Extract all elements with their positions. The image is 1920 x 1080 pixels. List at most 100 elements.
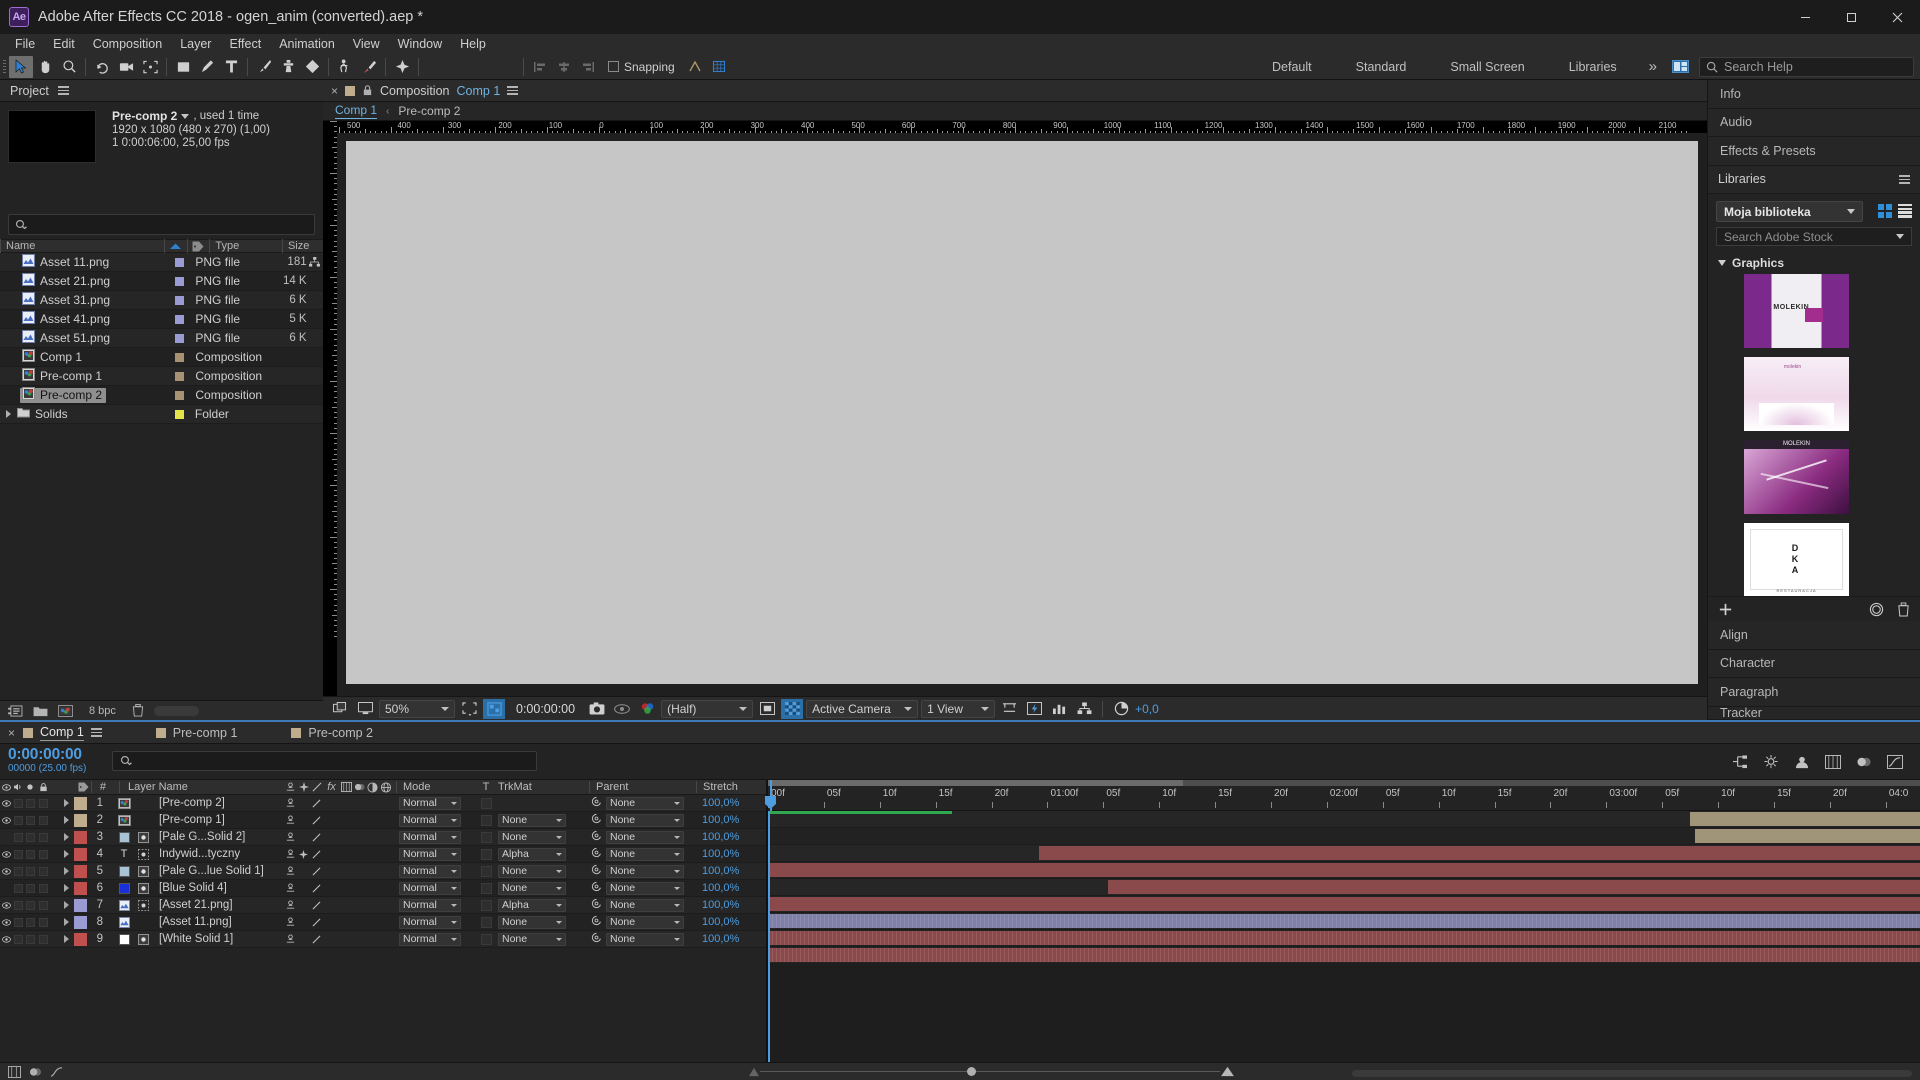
layer-stretch-cell[interactable]: 100,0% — [696, 865, 766, 877]
layer-trkmat-cell[interactable]: Alpha — [494, 898, 589, 912]
layer-3d-switch[interactable] — [379, 900, 392, 910]
layer-audio-toggle[interactable] — [12, 883, 24, 893]
layer-label-color[interactable] — [72, 864, 88, 878]
maximize-button[interactable] — [1828, 0, 1874, 34]
column-header-mode[interactable]: Mode — [396, 781, 478, 793]
layer-trkmat-dropdown[interactable]: None — [498, 830, 566, 844]
layer-video-toggle[interactable] — [0, 867, 12, 876]
layer-disclosure-triangle-icon[interactable] — [50, 901, 72, 909]
monitor-icon[interactable] — [354, 699, 376, 719]
layer-frame-blend-switch[interactable] — [340, 832, 353, 842]
layer-lock-toggle[interactable] — [36, 815, 50, 825]
layer-trkmat-cell[interactable]: None — [494, 881, 589, 895]
work-area-highlight[interactable] — [768, 780, 1183, 786]
layer-parent-cell[interactable]: None — [589, 864, 696, 878]
layer-fx-switch[interactable] — [323, 849, 340, 859]
layer-video-toggle[interactable] — [0, 918, 12, 927]
zoom-out-icon[interactable] — [748, 1067, 760, 1077]
roto-brush-tool-icon[interactable] — [357, 56, 381, 78]
column-header-quality-icon[interactable] — [297, 781, 310, 793]
layer-stretch-cell[interactable]: 100,0% — [696, 848, 766, 860]
project-item-name-cell[interactable]: Pre-comp 1 — [0, 368, 171, 384]
magnification-dropdown[interactable]: 50% — [379, 699, 455, 718]
workspace-settings-icon[interactable] — [1667, 57, 1693, 77]
libraries-panel-menu-icon[interactable] — [1899, 175, 1910, 184]
layer-audio-toggle[interactable] — [12, 900, 24, 910]
layer-adjustment-switch[interactable] — [366, 849, 379, 859]
layer-solo-toggle[interactable] — [24, 900, 36, 910]
layer-frame-blend-switch[interactable] — [340, 900, 353, 910]
layer-trkmat-cell[interactable]: None — [494, 932, 589, 946]
panel-character[interactable]: Character — [1708, 649, 1920, 679]
column-header-collapse-icon[interactable] — [284, 781, 297, 793]
layer-collapse-switch[interactable] — [284, 849, 297, 859]
composition-viewer[interactable] — [337, 133, 1707, 696]
layer-solo-toggle[interactable] — [24, 883, 36, 893]
column-header-size[interactable]: Size — [281, 239, 323, 253]
library-thumbnail-item[interactable]: MOLEKIN — [1744, 274, 1849, 349]
layer-effects-switch[interactable] — [310, 866, 323, 876]
pickwhip-icon[interactable] — [591, 847, 602, 861]
layer-frame-blend-switch[interactable] — [340, 815, 353, 825]
project-item-row[interactable]: Pre-comp 2 Composition — [0, 386, 323, 405]
grid-view-icon[interactable] — [1878, 203, 1892, 218]
layer-parent-cell[interactable]: None — [589, 847, 696, 861]
layer-parent-dropdown[interactable]: None — [606, 830, 684, 844]
layer-motion-blur-switch[interactable] — [353, 900, 366, 910]
timeline-track-row[interactable] — [768, 913, 1920, 930]
timeline-panel-menu-icon[interactable] — [90, 728, 102, 737]
layer-motion-blur-switch[interactable] — [353, 815, 366, 825]
layer-quality-switch[interactable] — [297, 832, 310, 842]
layer-solo-toggle[interactable] — [24, 832, 36, 842]
chevron-down-icon[interactable] — [181, 114, 190, 120]
pickwhip-icon[interactable] — [591, 830, 602, 844]
layer-audio-toggle[interactable] — [12, 849, 24, 859]
timeline-track-row[interactable] — [768, 879, 1920, 896]
add-icon[interactable] — [1718, 602, 1733, 617]
workspace-small-screen[interactable]: Small Screen — [1428, 54, 1546, 80]
delete-icon[interactable] — [1897, 602, 1910, 617]
layer-label-color[interactable] — [72, 915, 88, 929]
layer-mode-dropdown[interactable]: Normal — [399, 864, 461, 878]
layer-t-cell[interactable] — [478, 865, 494, 877]
zoom-in-icon[interactable] — [1220, 1066, 1235, 1077]
layer-parent-cell[interactable]: None — [589, 915, 696, 929]
layer-quality-switch[interactable] — [297, 917, 310, 927]
layer-stretch-cell[interactable]: 100,0% — [696, 797, 766, 809]
layer-audio-toggle[interactable] — [12, 917, 24, 927]
layer-mode-cell[interactable]: Normal — [396, 796, 478, 810]
composition-tab-name[interactable]: Comp 1 — [457, 84, 501, 98]
chevron-down-icon[interactable] — [1896, 234, 1904, 240]
layer-parent-dropdown[interactable]: None — [606, 813, 684, 827]
column-header-sort-icon[interactable] — [163, 239, 187, 253]
pixel-aspect-correction-icon[interactable] — [998, 699, 1020, 719]
panel-libraries-header[interactable]: Libraries — [1708, 165, 1920, 195]
timeline-track-row[interactable] — [768, 862, 1920, 879]
layer-lock-toggle[interactable] — [36, 798, 50, 808]
timeline-layer-row[interactable]: 5 [Pale G...lue Solid 1] Normal None None 100… — [0, 863, 766, 880]
pickwhip-icon[interactable] — [591, 898, 602, 912]
layer-duration-bar[interactable] — [768, 897, 1920, 911]
layer-motion-blur-switch[interactable] — [353, 883, 366, 893]
layer-parent-dropdown[interactable]: None — [606, 796, 684, 810]
toggle-transparency-grid-icon[interactable] — [781, 698, 804, 719]
timeline-layer-row[interactable]: 2 [Pre-comp 1] Normal None None 100,0% — [0, 812, 766, 829]
layer-solo-toggle[interactable] — [24, 866, 36, 876]
project-item-label-color[interactable] — [171, 257, 195, 267]
layer-t-cell[interactable] — [478, 899, 494, 911]
layer-lock-toggle[interactable] — [36, 934, 50, 944]
timeline-layer-row[interactable]: 9 [White Solid 1] Normal None None 100,0% — [0, 931, 766, 948]
timeline-layer-row[interactable]: 7 [Asset 21.png] Normal Alpha None 100,0% — [0, 897, 766, 914]
layer-collapse-switch[interactable] — [284, 900, 297, 910]
layer-3d-switch[interactable] — [379, 815, 392, 825]
project-item-name-cell[interactable]: Comp 1 — [0, 349, 171, 365]
layer-effects-switch[interactable] — [310, 815, 323, 825]
layer-effects-switch[interactable] — [310, 900, 323, 910]
layer-mode-dropdown[interactable]: Normal — [399, 830, 461, 844]
column-header-adjustment-icon[interactable] — [366, 781, 379, 793]
composition-panel-menu-icon[interactable] — [507, 86, 519, 95]
layer-label-color[interactable] — [72, 847, 88, 861]
pickwhip-icon[interactable] — [591, 881, 602, 895]
layer-collapse-switch[interactable] — [284, 934, 297, 944]
composition-canvas[interactable] — [346, 141, 1698, 684]
